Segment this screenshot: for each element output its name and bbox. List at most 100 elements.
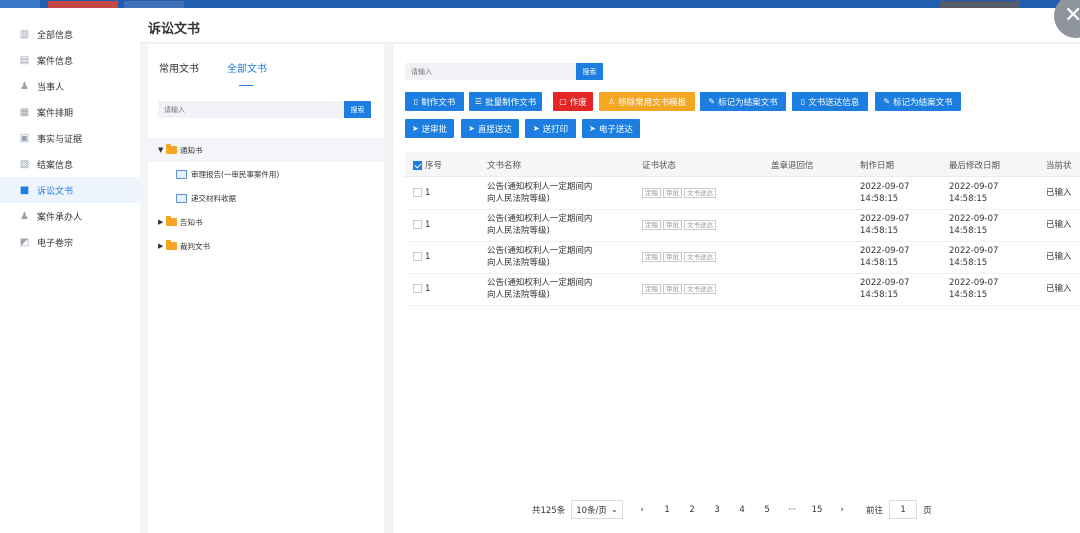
send-icon: ➤ bbox=[589, 124, 596, 133]
send-print-button[interactable]: ➤ 送打印 bbox=[525, 119, 576, 138]
tree-leaf-trial-report[interactable]: 审理报告(一审民事案件用) bbox=[148, 162, 384, 186]
send-icon: ➤ bbox=[468, 124, 475, 133]
folder-icon bbox=[166, 240, 177, 250]
table-header: 序号 文书名称 证书状态 盖章退回信 制作日期 最后修改日期 当前状 bbox=[405, 152, 1080, 177]
trash-icon: ▢ bbox=[559, 97, 567, 106]
row-checkbox[interactable] bbox=[413, 188, 422, 197]
sidebar-item-label: 事实与证据 bbox=[37, 134, 83, 145]
document-search-input[interactable] bbox=[405, 63, 576, 80]
row-index: 1 bbox=[413, 284, 430, 296]
page-number[interactable]: 3 bbox=[708, 500, 726, 519]
sidebar-item-case-handler[interactable]: ♟ 案件承办人 bbox=[0, 203, 140, 229]
row-index: 1 bbox=[413, 188, 430, 200]
remove-template-button[interactable]: ♙ 移除常用文书模板 bbox=[599, 92, 695, 111]
table-row[interactable]: 1 公告(通知权利人一定期间内 向人民法院等级) 定稿 审批 文书送达 2022-09… bbox=[405, 242, 1080, 274]
row-checkbox[interactable] bbox=[413, 220, 422, 229]
page-number[interactable]: 2 bbox=[683, 500, 701, 519]
caret-down-icon[interactable]: ▼ bbox=[158, 146, 166, 154]
row-modified-date: 2022-09-07 14:58:15 bbox=[949, 278, 999, 300]
tree-node-judgment[interactable]: ▶ 裁判文书 bbox=[148, 234, 384, 258]
page-size-select[interactable]: 10条/页 ⌄ bbox=[571, 500, 624, 519]
batch-create-button[interactable]: ☰ 批量制作文书 bbox=[469, 92, 542, 111]
page-ellipsis[interactable]: ··· bbox=[783, 500, 801, 519]
book-icon: ▥ bbox=[19, 28, 30, 40]
document-icon: ▯ bbox=[413, 97, 419, 106]
delivery-info-button[interactable]: ▯ 文书送达信息 bbox=[792, 92, 868, 111]
prev-page-button[interactable]: ‹ bbox=[633, 500, 651, 519]
tree-node-notice[interactable]: ▼ 通知书 bbox=[148, 138, 384, 162]
tree-node-label: 裁判文书 bbox=[180, 241, 210, 251]
template-search-input[interactable] bbox=[158, 101, 344, 118]
sidebar-item-evidence[interactable]: ▣ 事实与证据 bbox=[0, 125, 140, 151]
browser-tab[interactable] bbox=[124, 1, 184, 8]
folder-icon bbox=[166, 144, 177, 154]
row-modified-date: 2022-09-07 14:58:15 bbox=[949, 246, 999, 268]
direct-delivery-button[interactable]: ➤ 直接送达 bbox=[461, 119, 519, 138]
send-approval-button[interactable]: ➤ 送审批 bbox=[405, 119, 454, 138]
send-icon: ➤ bbox=[532, 124, 540, 133]
sidebar-item-e-archive[interactable]: ◩ 电子卷宗 bbox=[0, 229, 140, 255]
row-created-date: 2022-09-07 14:58:15 bbox=[860, 246, 910, 268]
mark-closing-doc-button-2[interactable]: ✎ 标记为结案文书 bbox=[875, 92, 961, 111]
next-page-button[interactable]: › bbox=[833, 500, 851, 519]
table-row[interactable]: 1 公告(通知权利人一定期间内 向人民法院等级) 定稿 审批 文书送达 2022-09… bbox=[405, 178, 1080, 210]
page-number[interactable]: 5 bbox=[758, 500, 776, 519]
template-tabs: 常用文书 全部文书 bbox=[159, 60, 267, 75]
row-status-tags: 定稿 审批 文书送达 bbox=[642, 220, 718, 232]
sidebar-item-case-info[interactable]: ▤ 案件信息 bbox=[0, 47, 140, 73]
page-number[interactable]: 4 bbox=[733, 500, 751, 519]
caret-right-icon[interactable]: ▶ bbox=[158, 242, 166, 250]
select-all-checkbox[interactable] bbox=[413, 161, 422, 170]
tree-leaf-label: 递交材料收据 bbox=[191, 193, 236, 203]
sidebar-item-label: 案件排期 bbox=[37, 108, 74, 119]
row-status-tags: 定稿 审批 文书送达 bbox=[642, 284, 718, 296]
table-row[interactable]: 1 公告(通知权利人一定期间内 向人民法院等级) 定稿 审批 文书送达 2022-09… bbox=[405, 210, 1080, 242]
sidebar-item-all-info[interactable]: ▥ 全部信息 bbox=[0, 21, 140, 47]
row-doc-name[interactable]: 公告(通知权利人一定期间内 向人民法院等级) bbox=[487, 214, 592, 237]
page-number[interactable]: 1 bbox=[658, 500, 676, 519]
row-checkbox[interactable] bbox=[413, 252, 422, 261]
sidebar-item-closing-info[interactable]: ▧ 结案信息 bbox=[0, 151, 140, 177]
user-icon: ♟ bbox=[20, 210, 29, 222]
page-number[interactable]: 15 bbox=[808, 500, 826, 519]
row-doc-name[interactable]: 公告(通知权利人一定期间内 向人民法院等级) bbox=[487, 246, 592, 269]
browser-tab[interactable] bbox=[48, 1, 118, 8]
evidence-icon: ▣ bbox=[19, 132, 30, 144]
e-delivery-button[interactable]: ➤ 电子送达 bbox=[582, 119, 640, 138]
page-unit-label: 页 bbox=[923, 505, 932, 516]
sidebar-item-parties[interactable]: ♟ 当事人 bbox=[0, 73, 140, 99]
row-index: 1 bbox=[413, 252, 430, 264]
tab-all-docs[interactable]: 全部文书 bbox=[227, 60, 267, 75]
document-search-button[interactable]: 搜索 bbox=[576, 63, 603, 80]
column-created-date: 制作日期 bbox=[860, 161, 895, 171]
table-row[interactable]: 1 公告(通知权利人一定期间内 向人民法院等级) 定稿 审批 文书送达 2022-09… bbox=[405, 274, 1080, 306]
mark-closing-doc-button[interactable]: ✎ 标记为结案文书 bbox=[700, 92, 786, 111]
active-tab-indicator bbox=[239, 85, 253, 86]
row-doc-name[interactable]: 公告(通知权利人一定期间内 向人民法院等级) bbox=[487, 278, 592, 301]
row-doc-name[interactable]: 公告(通知权利人一定期间内 向人民法院等级) bbox=[487, 182, 592, 205]
tree-node-inform[interactable]: ▶ 告知书 bbox=[148, 210, 384, 234]
tree-leaf-receipt[interactable]: 递交材料收据 bbox=[148, 186, 384, 210]
left-sidebar: ▥ 全部信息 ▤ 案件信息 ♟ 当事人 ▦ 案件排期 ▣ 事实与证据 ▧ 结案信息 ■ 诉讼文… bbox=[0, 8, 140, 533]
sidebar-item-schedule[interactable]: ▦ 案件排期 bbox=[0, 99, 140, 125]
row-status-tags: 定稿 审批 文书送达 bbox=[642, 188, 718, 200]
row-checkbox[interactable] bbox=[413, 284, 422, 293]
browser-tab[interactable] bbox=[0, 0, 40, 8]
browser-tab-bar bbox=[0, 0, 1080, 8]
row-modified-date: 2022-09-07 14:58:15 bbox=[949, 214, 999, 236]
chevron-left-icon: ‹ bbox=[640, 504, 644, 515]
create-document-button[interactable]: ▯ 制作文书 bbox=[405, 92, 464, 111]
folder-icon bbox=[166, 216, 177, 226]
status-badge: 文书送达 bbox=[684, 284, 716, 294]
status-badge: 审批 bbox=[663, 252, 682, 262]
row-modified-date: 2022-09-07 14:58:15 bbox=[949, 182, 999, 204]
document-search: 搜索 bbox=[405, 63, 603, 80]
sidebar-item-litigation-docs[interactable]: ■ 诉讼文书 bbox=[0, 177, 140, 203]
template-search-button[interactable]: 搜索 bbox=[344, 101, 371, 118]
caret-right-icon[interactable]: ▶ bbox=[158, 218, 166, 226]
goto-page-input[interactable]: 1 bbox=[889, 500, 918, 519]
browser-tab[interactable] bbox=[940, 1, 1020, 8]
sidebar-item-label: 全部信息 bbox=[37, 30, 74, 41]
tab-common-docs[interactable]: 常用文书 bbox=[159, 60, 199, 75]
void-button[interactable]: ▢ 作废 bbox=[553, 92, 593, 111]
